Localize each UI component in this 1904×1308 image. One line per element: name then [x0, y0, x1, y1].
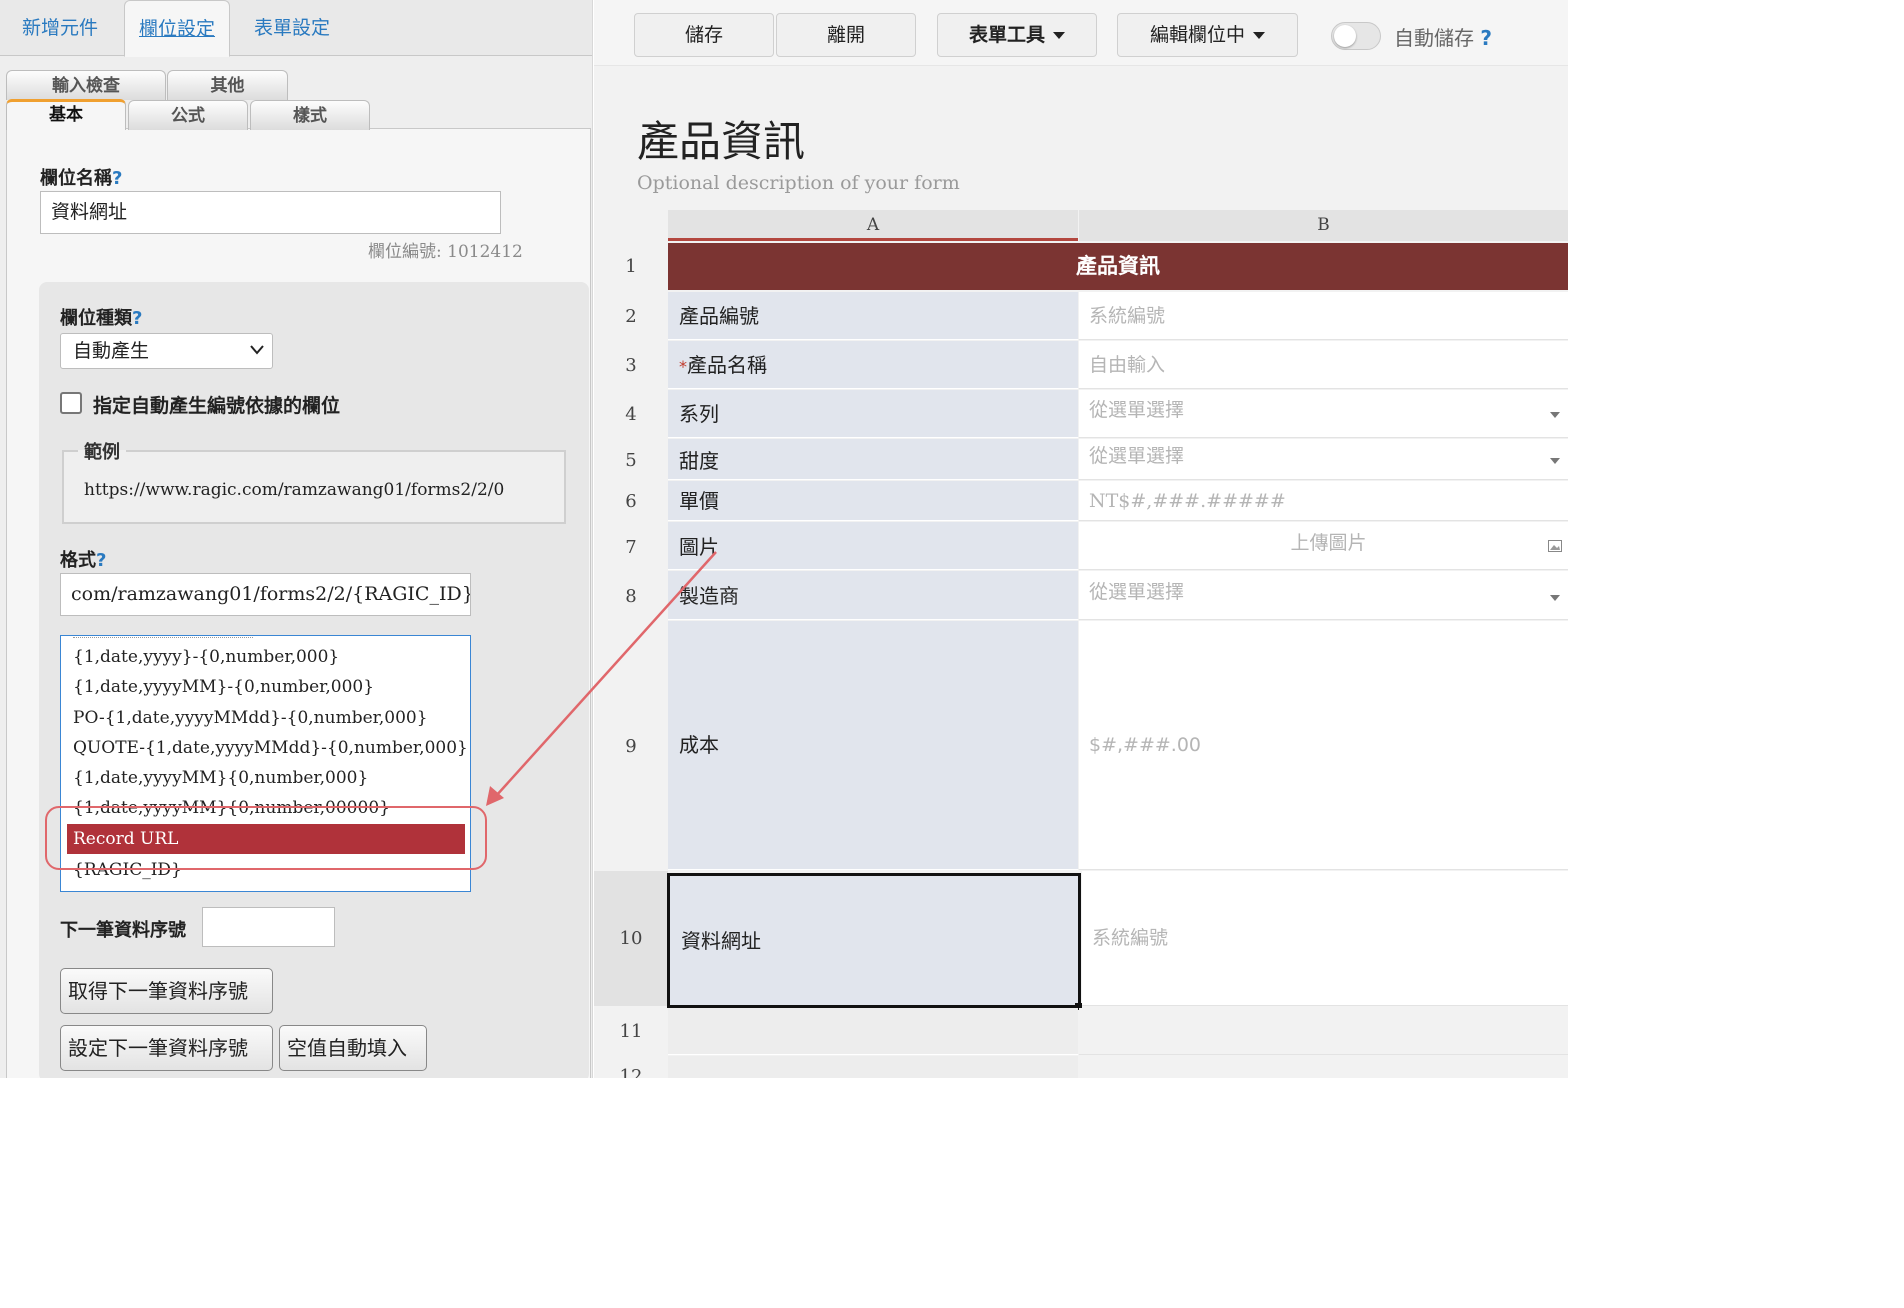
field-label-cell[interactable]: 甜度 — [668, 439, 1078, 480]
field-value-cell[interactable]: NT$#,###.##### — [1079, 481, 1568, 521]
column-header-b[interactable]: B — [1079, 210, 1568, 241]
field-type-label: 欄位種類? — [60, 308, 143, 329]
help-icon[interactable]: ? — [96, 550, 106, 571]
empty-cell[interactable] — [1079, 1056, 1568, 1078]
help-icon[interactable]: ? — [132, 308, 142, 329]
field-label-cell[interactable]: 單價 — [668, 481, 1078, 521]
field-value-cell[interactable]: 從選單選擇 — [1079, 571, 1568, 620]
empty-cell[interactable] — [668, 1056, 1078, 1078]
form-design-area: 儲存 離開 表單工具 編輯欄位中 自動儲存 ? 產品資訊 Optional de… — [594, 0, 1568, 1078]
subtab-style[interactable]: 樣式 — [250, 100, 370, 130]
row-number: 8 — [625, 586, 637, 607]
field-type-value: 自動產生 — [73, 340, 150, 362]
empty-cell[interactable] — [668, 1008, 1078, 1055]
subtab-basic[interactable]: 基本 — [6, 99, 126, 130]
column-header-a[interactable]: A — [668, 210, 1078, 241]
row-number: 3 — [625, 355, 637, 376]
field-label-cell[interactable]: 製造商 — [668, 571, 1078, 620]
toggle-knob — [1334, 25, 1356, 47]
row-number: 1 — [625, 256, 637, 277]
dropdown-arrow-icon — [1550, 412, 1560, 418]
form-title: 產品資訊 — [637, 117, 806, 166]
subtab-validation[interactable]: 輸入檢查 — [6, 70, 166, 100]
format-label: 格式? — [60, 550, 107, 571]
image-icon — [1548, 540, 1562, 552]
auto-number-field-checkbox[interactable] — [60, 392, 82, 414]
tab-field-settings[interactable]: 欄位設定 — [124, 0, 231, 57]
field-id: 欄位編號: 1012412 — [368, 242, 523, 262]
subtab-formula[interactable]: 公式 — [128, 100, 248, 130]
row-number: 6 — [625, 491, 637, 512]
save-button[interactable]: 儲存 — [634, 13, 774, 57]
autofill-empty-button[interactable]: 空值自動填入 — [279, 1025, 427, 1071]
field-label-cell[interactable]: 成本 — [668, 621, 1078, 870]
row-number: 4 — [625, 404, 637, 425]
highlight-box — [45, 806, 487, 870]
tab-form-settings[interactable]: 表單設定 — [240, 0, 344, 56]
row-number: 5 — [625, 450, 637, 471]
list-item[interactable]: {1,date,yyyyMM}{0,number,000} — [73, 768, 368, 788]
row-number: 2 — [625, 306, 637, 327]
dropdown-arrow-icon — [1550, 458, 1560, 464]
panel-tabs: 新增元件 欄位設定 表單設定 — [0, 0, 592, 57]
field-settings-panel: 新增元件 欄位設定 表單設定 輸入檢查 其他 基本 公式 樣式 欄位名稱? 資料… — [0, 0, 593, 1078]
field-name-input[interactable]: 資料網址 — [40, 191, 501, 234]
field-value-cell[interactable]: 從選單選擇 — [1079, 439, 1568, 480]
field-name-label: 欄位名稱? — [40, 168, 123, 189]
dropdown-arrow-icon — [1550, 595, 1560, 601]
toolbar: 儲存 離開 表單工具 編輯欄位中 自動儲存 ? — [594, 0, 1568, 66]
field-value-cell[interactable]: 自由輸入 — [1079, 341, 1568, 389]
field-value-cell[interactable]: 上傳圖片 — [1079, 522, 1568, 570]
chevron-down-icon — [250, 345, 264, 355]
leave-button[interactable]: 離開 — [776, 13, 916, 57]
list-item[interactable]: {1,date,yyyy}-{0,number,000} — [73, 647, 339, 667]
row-number: 12 — [619, 1066, 643, 1078]
section-header-row[interactable]: 產品資訊 — [668, 243, 1568, 290]
autosave-label: 自動儲存 ? — [1394, 26, 1492, 50]
get-next-seq-button[interactable]: 取得下一筆資料序號 — [60, 968, 273, 1014]
next-seq-input[interactable] — [202, 907, 335, 947]
row-number: 7 — [625, 537, 637, 558]
set-next-seq-button[interactable]: 設定下一筆資料序號 — [60, 1025, 273, 1071]
field-label-cell-selected[interactable]: 資料網址 — [667, 873, 1081, 1008]
subtab-other[interactable]: 其他 — [167, 70, 288, 100]
row-number: 9 — [625, 736, 637, 757]
list-item[interactable]: {1,date,yyyyMM}-{0,number,000} — [73, 677, 374, 697]
field-value-cell[interactable]: 系統編號 — [1082, 871, 1568, 1006]
autosave-toggle[interactable] — [1331, 22, 1381, 50]
field-type-select[interactable]: 自動產生 — [60, 333, 273, 369]
next-seq-label: 下一筆資料序號 — [60, 920, 186, 941]
form-tools-menu[interactable]: 表單工具 — [937, 13, 1097, 57]
field-label-cell[interactable]: *產品名稱 — [668, 341, 1078, 389]
format-input[interactable]: com/ramzawang01/forms2/2/{RAGIC_ID} — [60, 573, 471, 616]
example-value: https://www.ragic.com/ramzawang01/forms2… — [84, 480, 505, 500]
caret-down-icon — [1253, 32, 1265, 39]
example-legend: 範例 — [84, 442, 120, 463]
row-number: 10 — [619, 928, 643, 949]
list-item[interactable]: QUOTE-{1,date,yyyyMMdd}-{0,number,000} — [73, 738, 468, 758]
empty-cell[interactable] — [1079, 1008, 1568, 1055]
field-label-cell[interactable]: 產品編號 — [668, 292, 1078, 340]
caret-down-icon — [1053, 32, 1065, 39]
field-value-cell[interactable]: 從選單選擇 — [1079, 390, 1568, 438]
field-value-cell[interactable]: $#,###.00 — [1079, 621, 1568, 870]
list-scroll-clip — [73, 636, 253, 638]
help-icon[interactable]: ? — [112, 168, 122, 189]
list-item[interactable]: PO-{1,date,yyyyMMdd}-{0,number,000} — [73, 708, 428, 728]
help-icon[interactable]: ? — [1480, 26, 1492, 50]
field-value-cell[interactable]: 系統編號 — [1079, 292, 1568, 340]
form-description[interactable]: Optional description of your form — [637, 172, 960, 194]
field-label-cell[interactable]: 圖片 — [668, 522, 1078, 570]
tab-add-component[interactable]: 新增元件 — [8, 0, 112, 56]
checkbox-label: 指定自動產生編號依據的欄位 — [93, 395, 341, 417]
field-label-cell[interactable]: 系列 — [668, 390, 1078, 438]
row-number: 11 — [619, 1021, 643, 1042]
required-mark: * — [679, 357, 687, 376]
editing-fields-menu[interactable]: 編輯欄位中 — [1117, 13, 1298, 57]
